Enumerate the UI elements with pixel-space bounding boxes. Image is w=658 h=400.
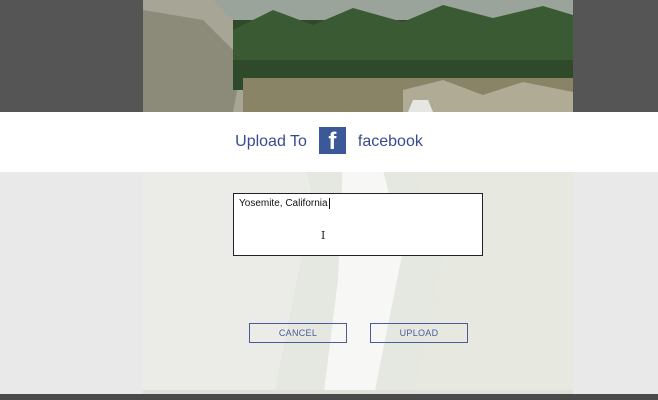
facebook-logo-icon: f <box>318 126 346 154</box>
upload-header: Upload To f facebook <box>0 112 658 172</box>
upload-button[interactable]: UPLOAD <box>370 323 468 343</box>
service-name: facebook <box>357 133 423 150</box>
ibeam-cursor-icon: I <box>321 229 326 242</box>
caption-textbox[interactable]: Yosemite, California <box>233 193 483 256</box>
title-prefix: Upload To <box>235 133 307 150</box>
bottom-edge <box>0 394 658 400</box>
overlay-side-left <box>0 172 143 394</box>
overlay-side-right <box>573 172 658 394</box>
upload-button-label: UPLOAD <box>399 328 439 338</box>
caption-text: Yosemite, California <box>239 198 328 210</box>
header-title: Upload To f facebook <box>0 112 658 172</box>
cancel-button[interactable]: CANCEL <box>249 323 347 343</box>
text-caret <box>328 198 330 209</box>
cancel-button-label: CANCEL <box>278 328 318 338</box>
